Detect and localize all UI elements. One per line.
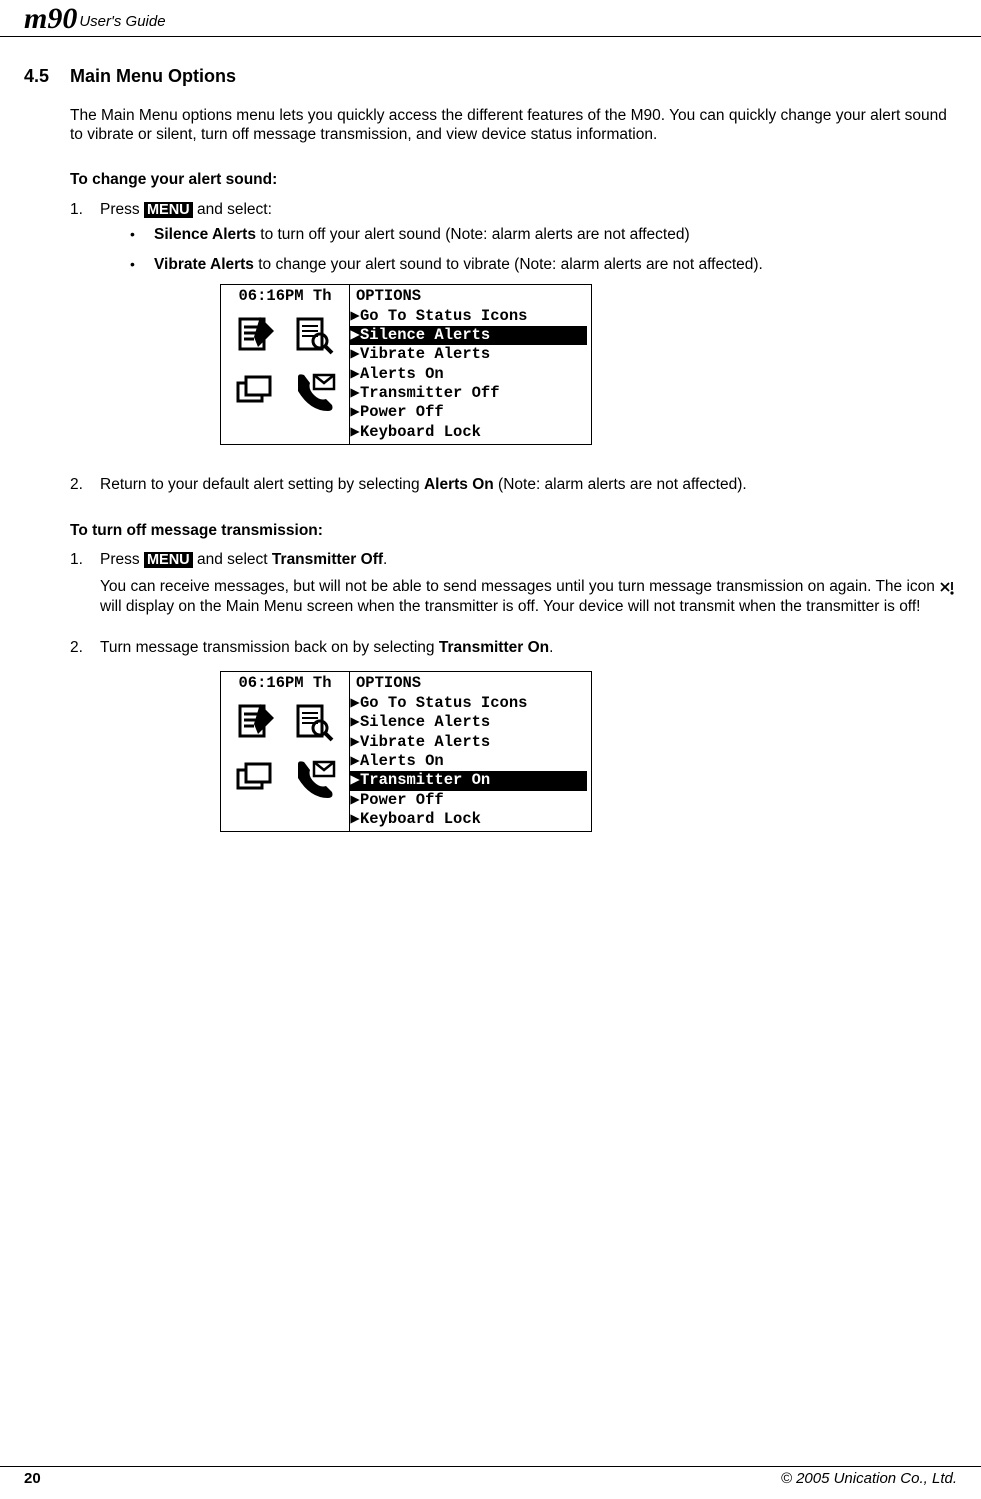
options-item: ▶Power Off — [350, 791, 587, 810]
antenna-off-icon — [939, 581, 955, 595]
copyright: © 2005 Unication Co., Ltd. — [781, 1470, 957, 1489]
options-item: ▶Power Off — [350, 403, 587, 422]
compose-icon — [234, 700, 278, 744]
options-item: ▶Keyboard Lock — [350, 423, 587, 442]
list-number: 1. — [70, 550, 100, 630]
options-label: OPTIONS — [350, 287, 587, 306]
section-title: Main Menu Options — [70, 65, 236, 88]
list-number: 2. — [70, 475, 100, 494]
windows-icon — [234, 369, 278, 413]
options-item: ▶Silence Alerts — [350, 326, 587, 345]
intro-paragraph: The Main Menu options menu lets you quic… — [70, 106, 957, 145]
phone-mail-icon — [292, 756, 336, 800]
options-item: ▶Alerts On — [350, 365, 587, 384]
screen-time: 06:16PM Th — [221, 285, 349, 308]
menu-key: MENU — [144, 552, 193, 568]
options-item: ▶Vibrate Alerts — [350, 345, 587, 364]
vibrate-alerts-bullet: Vibrate Alerts to change your alert soun… — [154, 255, 763, 275]
change-alert-heading: To change your alert sound: — [70, 170, 957, 189]
windows-icon — [234, 756, 278, 800]
screen-time: 06:16PM Th — [221, 672, 349, 695]
list-number: 1. — [70, 200, 100, 462]
section-heading: 4.5 Main Menu Options — [24, 65, 957, 88]
tx-off-heading: To turn off message transmission: — [70, 521, 957, 540]
options-item: ▶Alerts On — [350, 752, 587, 771]
options-item: ▶Vibrate Alerts — [350, 733, 587, 752]
step2-line: Return to your default alert setting by … — [100, 475, 957, 494]
txoff-note: You can receive messages, but will not b… — [100, 577, 957, 616]
section-number: 4.5 — [24, 65, 70, 88]
step1-line: Press MENU and select: — [100, 200, 957, 219]
txoff-step1: Press MENU and select Transmitter Off. — [100, 550, 957, 569]
device-screen-transmitter: 06:16PM Th — [220, 671, 592, 832]
search-doc-icon — [292, 700, 336, 744]
phone-mail-icon — [292, 369, 336, 413]
bullet-icon: • — [130, 255, 154, 275]
page-number: 20 — [24, 1470, 41, 1489]
silence-alerts-bullet: Silence Alerts to turn off your alert so… — [154, 225, 690, 245]
bullet-icon: • — [130, 225, 154, 245]
options-item: ▶Go To Status Icons — [350, 694, 587, 713]
options-item: ▶Go To Status Icons — [350, 307, 587, 326]
logo: m90 — [24, 4, 77, 34]
list-number: 2. — [70, 638, 100, 657]
options-label: OPTIONS — [350, 674, 587, 693]
guide-title: User's Guide — [79, 13, 165, 32]
page-header: m90 User's Guide — [0, 0, 981, 37]
compose-icon — [234, 313, 278, 357]
menu-key: MENU — [144, 202, 193, 218]
options-item: ▶Transmitter Off — [350, 384, 587, 403]
txoff-step2: Turn message transmission back on by sel… — [100, 638, 957, 657]
options-item: ▶Transmitter On — [350, 771, 587, 790]
device-screen-silence: 06:16PM Th — [220, 284, 592, 445]
page-footer: 20 © 2005 Unication Co., Ltd. — [0, 1466, 981, 1489]
search-doc-icon — [292, 313, 336, 357]
options-item: ▶Silence Alerts — [350, 713, 587, 732]
options-item: ▶Keyboard Lock — [350, 810, 587, 829]
